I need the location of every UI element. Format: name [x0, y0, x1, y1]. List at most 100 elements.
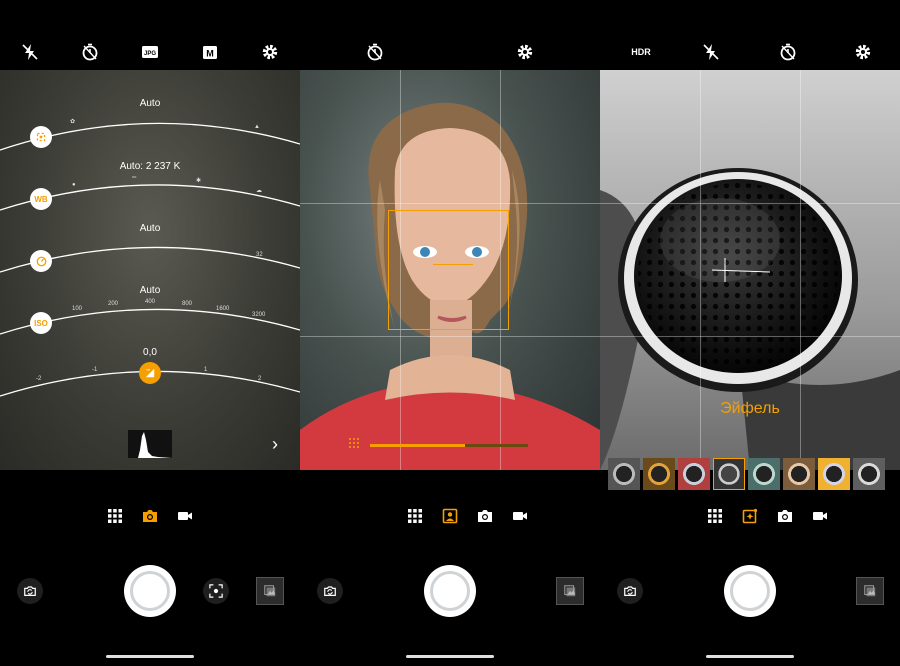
filter-thumbnail[interactable] [643, 458, 675, 490]
filter-thumbnail[interactable] [678, 458, 710, 490]
filter-thumbnail[interactable] [783, 458, 815, 490]
grid-line [300, 203, 600, 204]
video-icon[interactable] [809, 505, 831, 527]
gear-icon[interactable] [851, 40, 875, 64]
face-focus-button[interactable] [203, 578, 229, 604]
home-indicator [406, 655, 494, 658]
filter-thumbnail[interactable] [818, 458, 850, 490]
grid-line [300, 336, 600, 337]
portrait-mode-screen [300, 0, 600, 666]
grid-line [600, 203, 900, 204]
mode-switcher [600, 505, 900, 527]
bulb-icon: ● [72, 182, 76, 188]
gallery-thumbnail[interactable] [256, 577, 284, 605]
grid-line [600, 336, 900, 337]
grid-menu-icon[interactable] [704, 505, 726, 527]
switch-camera-button[interactable] [317, 578, 343, 604]
shutter-inner [730, 571, 770, 611]
camera-icon[interactable] [474, 505, 496, 527]
chevron-right-icon[interactable]: › [272, 434, 278, 455]
wb-text: WB [34, 194, 48, 204]
timer-icon[interactable] [363, 40, 387, 64]
pro-mode-screen: JPG M Auto ✿ ▲ Auto: 2 237 K WB ● ═ ✱ ☁ … [0, 0, 300, 666]
bokeh-slider[interactable] [370, 444, 528, 447]
gallery-thumbnail[interactable] [556, 577, 584, 605]
mode-switcher [0, 505, 300, 527]
shutter-tick-max: 32 [256, 252, 263, 258]
exposure-dial-button[interactable] [139, 362, 161, 384]
filter-carousel [608, 458, 885, 492]
cloud-icon: ☁ [256, 188, 262, 194]
bokeh-slider-fill [370, 444, 465, 447]
filter-thumbnail[interactable] [608, 458, 640, 490]
face-detection-marker [433, 264, 473, 265]
iso-text: ISO [34, 318, 48, 328]
iso-tick: 3200 [252, 312, 266, 318]
shutter-value: Auto [139, 223, 161, 234]
exposure-tick: -1 [92, 367, 98, 373]
gear-icon[interactable] [513, 40, 537, 64]
viewfinder[interactable]: Эйфель [600, 70, 900, 470]
filter-name: Эйфель [720, 400, 780, 417]
grid-menu-icon[interactable] [404, 505, 426, 527]
svg-text:M: M [206, 49, 214, 59]
filter-mode-icon[interactable] [739, 505, 761, 527]
timer-icon[interactable] [78, 40, 102, 64]
exposure-tick: 1 [204, 367, 208, 373]
switch-camera-button[interactable] [617, 578, 643, 604]
hdr-icon[interactable]: HDR [626, 40, 656, 64]
iso-value: Auto [139, 285, 161, 296]
timer-icon[interactable] [776, 40, 800, 64]
viewfinder[interactable] [300, 70, 600, 470]
home-indicator [706, 655, 794, 658]
iso-tick: 200 [108, 301, 119, 307]
home-indicator [106, 655, 194, 658]
face-detection-box [388, 210, 509, 330]
top-toolbar: HDR [600, 0, 900, 70]
grid-menu-icon[interactable] [104, 505, 126, 527]
mode-switcher [300, 505, 600, 527]
exposure-value: 0,0 [143, 347, 157, 358]
filter-thumbnail[interactable] [853, 458, 885, 490]
jpg-format-icon[interactable]: JPG [138, 40, 162, 64]
filter-thumbnail[interactable] [748, 458, 780, 490]
iso-tick: 1600 [216, 306, 230, 312]
landscape-icon: ▲ [254, 124, 260, 130]
svg-text:JPG: JPG [144, 51, 156, 57]
manual-mode-icon[interactable]: M [198, 40, 222, 64]
sun-icon: ✱ [196, 178, 202, 184]
iso-dial-button[interactable]: ISO [30, 312, 52, 334]
shutter-button[interactable] [724, 565, 776, 617]
top-toolbar [300, 0, 600, 70]
camera-icon[interactable] [139, 505, 161, 527]
top-toolbar: JPG M [0, 0, 300, 70]
shutter-dial-button[interactable] [30, 250, 52, 272]
exposure-tick: 2 [258, 376, 262, 382]
flash-off-icon[interactable] [18, 40, 42, 64]
camera-icon[interactable] [774, 505, 796, 527]
gear-icon[interactable] [258, 40, 282, 64]
filter-thumbnail-selected[interactable] [713, 458, 745, 490]
focus-dial-button[interactable] [30, 126, 52, 148]
viewfinder[interactable]: Auto ✿ ▲ Auto: 2 237 K WB ● ═ ✱ ☁ Auto 3… [0, 70, 300, 470]
focus-value: Auto [139, 98, 161, 109]
bokeh-dots-icon[interactable] [348, 437, 362, 451]
video-icon[interactable] [509, 505, 531, 527]
macro-icon: ✿ [70, 119, 76, 125]
iso-tick: 100 [72, 306, 83, 312]
portrait-mode-icon[interactable] [439, 505, 461, 527]
gallery-thumbnail[interactable] [856, 577, 884, 605]
shutter-button[interactable] [424, 565, 476, 617]
filter-mode-screen: HDR Эйфель [600, 0, 900, 666]
white-balance-dial-button[interactable]: WB [30, 188, 52, 210]
switch-camera-button[interactable] [17, 578, 43, 604]
flash-off-icon[interactable] [699, 40, 723, 64]
fluorescent-icon: ═ [132, 175, 137, 181]
hdr-label: HDR [631, 47, 651, 57]
iso-tick: 800 [182, 301, 193, 307]
exposure-tick: -2 [36, 376, 42, 382]
white-balance-value: Auto: 2 237 K [119, 161, 181, 172]
video-icon[interactable] [174, 505, 196, 527]
shutter-button[interactable] [124, 565, 176, 617]
shutter-inner [130, 571, 170, 611]
